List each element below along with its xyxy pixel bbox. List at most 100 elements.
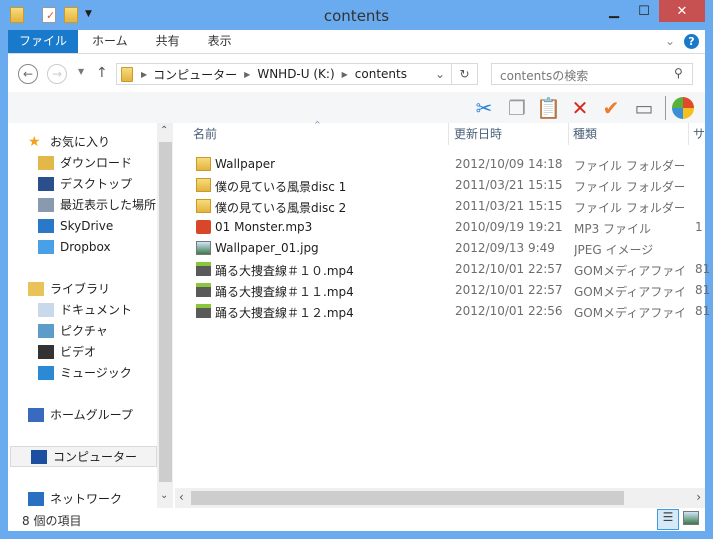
sidebar-item-videos[interactable]: ビデオ (8, 341, 157, 362)
title-bar: ✓ ▼ contents ▁ ☐ ✕ (0, 0, 713, 30)
copy-icon[interactable]: ❐ (505, 96, 529, 120)
mp4-file-icon (196, 262, 211, 276)
folder-file-icon (196, 157, 211, 171)
file-date: 2012/10/01 22:56 (455, 304, 563, 318)
forward-button[interactable]: → (47, 64, 67, 84)
documents-icon (38, 302, 54, 317)
file-row[interactable]: 踊る大捜査線＃１２.mp4 2012/10/01 22:56 GOMメディアファ… (175, 301, 710, 322)
breadcrumb-contents[interactable]: contents (355, 67, 407, 81)
back-button[interactable]: ← (18, 64, 38, 84)
cut-icon[interactable]: ✂ (472, 96, 496, 120)
homegroup-icon (28, 407, 44, 422)
file-row[interactable]: 踊る大捜査線＃１０.mp4 2012/10/01 22:57 GOMメディアファ… (175, 259, 710, 280)
sidebar-item-skydrive[interactable]: SkyDrive (8, 215, 157, 236)
sidebar-item-downloads[interactable]: ダウンロード (8, 152, 157, 173)
expand-ribbon-icon[interactable]: ⌄ (665, 34, 675, 48)
details-view-button[interactable]: ☰ (657, 509, 679, 530)
mp4-file-icon (196, 283, 211, 297)
sidebar-item-music[interactable]: ミュージック (8, 362, 157, 383)
recent-locations-icon[interactable]: ▼ (78, 67, 84, 76)
sidebar-item-label: 最近表示した場所 (60, 198, 157, 212)
rename-icon[interactable]: ✔ (599, 96, 623, 120)
tab-share[interactable]: 共有 (142, 30, 194, 53)
file-row[interactable]: Wallpaper 2012/10/09 14:18 ファイル フォルダー (175, 154, 705, 175)
search-icon[interactable]: ⚲ (674, 66, 683, 80)
folder-file-icon (196, 199, 211, 213)
help-icon[interactable]: ? (684, 34, 699, 49)
sidebar-item-label: SkyDrive (60, 218, 114, 233)
breadcrumb-drive[interactable]: WNHD-U (K:) (257, 67, 334, 81)
file-row[interactable]: 踊る大捜査線＃１１.mp4 2012/10/01 22:57 GOMメディアファ… (175, 280, 710, 301)
file-type: JPEG イメージ (574, 243, 654, 257)
horizontal-scrollbar[interactable]: ‹ › (175, 488, 705, 508)
sidebar-item-label: ビデオ (60, 345, 97, 359)
computer-icon (31, 449, 47, 464)
sidebar-item-label: ライブラリ (50, 282, 111, 296)
file-type: ファイル フォルダー (574, 159, 684, 173)
jpg-file-icon (196, 241, 211, 255)
file-name: 踊る大捜査線＃１２.mp4 (215, 306, 354, 320)
paste-icon[interactable]: 📋 (536, 96, 561, 120)
sidebar-item-network[interactable]: ネットワーク (8, 488, 157, 509)
up-button[interactable]: ↑ (96, 65, 108, 81)
column-name[interactable]: 名前 (189, 123, 449, 145)
breadcrumb-computer[interactable]: コンピューター (153, 66, 237, 83)
file-row[interactable]: 01 Monster.mp3 2010/09/19 19:21 MP3 ファイル… (175, 217, 705, 238)
star-icon: ★ (28, 133, 41, 150)
file-name: 僕の見ている風景disc 1 (215, 180, 347, 194)
tab-view[interactable]: 表示 (194, 30, 246, 53)
delete-icon[interactable]: ✕ (568, 96, 592, 120)
file-size: 81 (695, 283, 711, 297)
sidebar-item-star[interactable]: ★ お気に入り (8, 131, 157, 152)
column-size[interactable]: サ (689, 123, 713, 145)
column-type[interactable]: 種類 (569, 123, 689, 145)
refresh-button[interactable]: ↻ (452, 63, 478, 85)
library-icon (28, 281, 44, 296)
file-type: ファイル フォルダー (574, 180, 684, 194)
file-row[interactable]: 僕の見ている風景disc 2 2011/03/21 15:15 ファイル フォル… (175, 196, 705, 217)
column-date[interactable]: 更新日時 (450, 123, 569, 145)
folder-icon (121, 66, 133, 82)
folder-file-icon (196, 178, 211, 192)
file-type: MP3 ファイル (574, 222, 652, 236)
file-row[interactable]: Wallpaper_01.jpg 2012/09/13 9:49 JPEG イメ… (175, 238, 705, 259)
file-name: 踊る大捜査線＃１１.mp4 (215, 285, 354, 299)
file-date: 2012/10/09 14:18 (455, 157, 563, 171)
minimize-button[interactable]: ▁ (599, 0, 629, 22)
sidebar-item-library[interactable]: ライブラリ (8, 278, 157, 299)
file-size: 81 (695, 262, 711, 276)
address-bar[interactable]: ▶ コンピューター ▶ WNHD-U (K:) ▶ contents ⌄ (116, 63, 452, 85)
large-icons-view-button[interactable] (683, 511, 699, 525)
file-name: 踊る大捜査線＃１０.mp4 (215, 264, 354, 278)
sidebar-item-label: Dropbox (60, 239, 111, 254)
sidebar-scroll-thumb[interactable] (159, 142, 172, 482)
file-type: GOMメディアファイ... (574, 264, 684, 278)
sidebar-item-pictures[interactable]: ピクチャ (8, 320, 157, 341)
close-button[interactable]: ✕ (659, 0, 705, 22)
sidebar-item-documents[interactable]: ドキュメント (8, 299, 157, 320)
file-list: ^ 名前 更新日時 種類 サ Wallpaper 2012/10/09 14:1… (175, 120, 710, 508)
sidebar-item-desktop[interactable]: デスクトップ (8, 173, 157, 194)
tab-file[interactable]: ファイル (8, 30, 79, 53)
sidebar-item-label: お気に入り (50, 135, 111, 149)
windows-color-icon[interactable] (672, 97, 694, 119)
sidebar-item-label: ミュージック (60, 366, 132, 380)
mp3-file-icon (196, 220, 211, 234)
file-date: 2012/10/01 22:57 (455, 262, 563, 276)
file-row[interactable]: 僕の見ている風景disc 1 2011/03/21 15:15 ファイル フォル… (175, 175, 705, 196)
horizontal-scroll-thumb[interactable] (191, 491, 624, 505)
search-input[interactable]: contentsの検索 (491, 63, 693, 85)
recent-places-icon (38, 197, 54, 212)
sidebar-item-label: ホームグループ (50, 408, 133, 422)
tab-home[interactable]: ホーム (78, 30, 142, 53)
sidebar-item-homegroup[interactable]: ホームグループ (8, 404, 157, 425)
sidebar-item-recent-places[interactable]: 最近表示した場所 (8, 194, 157, 215)
file-date: 2011/03/21 15:15 (455, 178, 563, 192)
sidebar-item-computer[interactable]: コンピューター (10, 446, 157, 467)
maximize-button[interactable]: ☐ (629, 0, 659, 22)
sidebar-item-label: ピクチャ (60, 324, 108, 338)
dropbox-icon (38, 239, 54, 254)
properties-card-icon[interactable]: ▭ (632, 96, 656, 120)
sidebar-item-dropbox[interactable]: Dropbox (8, 236, 157, 257)
address-dropdown-icon[interactable]: ⌄ (435, 67, 445, 81)
